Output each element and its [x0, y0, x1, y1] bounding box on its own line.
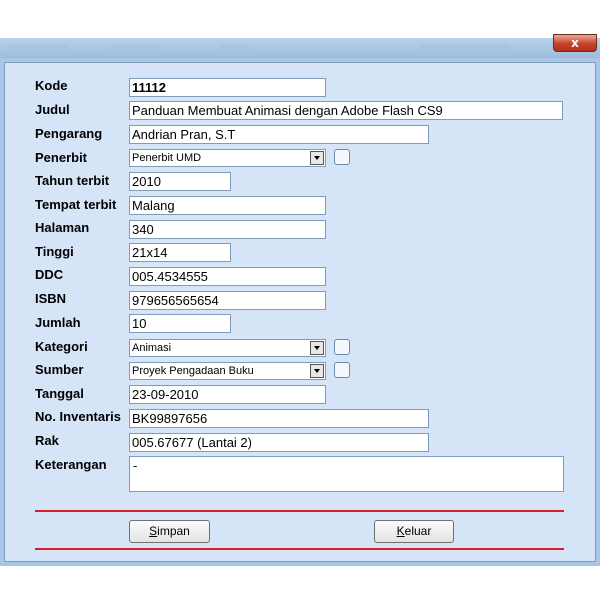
label-inventaris: No. Inventaris	[35, 409, 121, 424]
tempat-field[interactable]: Malang	[129, 196, 326, 215]
kategori-select-value: Animasi	[132, 342, 172, 354]
kode-field[interactable]: 11112	[129, 78, 326, 97]
sumber-select[interactable]: Proyek Pengadaan Buku	[129, 362, 326, 380]
jumlah-field[interactable]: 10	[129, 314, 231, 333]
keterangan-textarea[interactable]: -	[129, 456, 564, 492]
title-bar-blur	[110, 44, 160, 51]
halaman-field[interactable]: 340	[129, 220, 326, 239]
ddc-field[interactable]: 005.4534555	[129, 267, 326, 286]
label-tahun: Tahun terbit	[35, 173, 110, 188]
chevron-down-icon[interactable]	[310, 151, 324, 165]
tahun-field[interactable]: 2010	[129, 172, 231, 191]
outside-area	[0, 566, 600, 600]
label-halaman: Halaman	[35, 220, 90, 235]
label-kategori: Kategori	[35, 339, 88, 354]
label-tanggal: Tanggal	[35, 386, 84, 401]
kategori-extra-button[interactable]	[334, 339, 350, 355]
label-kode: Kode	[35, 78, 68, 93]
sumber-extra-button[interactable]	[334, 362, 350, 378]
chevron-down-icon[interactable]	[310, 341, 324, 355]
title-bar-blur	[220, 44, 250, 51]
rak-field[interactable]: 005.67677 (Lantai 2)	[129, 433, 429, 452]
title-bar	[0, 38, 600, 58]
label-penerbit: Penerbit	[35, 150, 88, 165]
separator-top	[35, 510, 564, 512]
label-tinggi: Tinggi	[35, 244, 74, 259]
label-jumlah: Jumlah	[35, 315, 81, 330]
kategori-select[interactable]: Animasi	[129, 339, 326, 357]
label-isbn: ISBN	[35, 291, 67, 306]
label-keterangan: Keterangan	[35, 457, 107, 472]
tanggal-field[interactable]: 23-09-2010	[129, 385, 326, 404]
sumber-select-value: Proyek Pengadaan Buku	[132, 365, 254, 377]
keluar-button[interactable]: Keluar	[374, 520, 454, 543]
label-judul: Judul	[35, 102, 70, 117]
tinggi-field[interactable]: 21x14	[129, 243, 231, 262]
close-icon: x	[571, 36, 579, 50]
penerbit-extra-button[interactable]	[334, 149, 350, 165]
label-tempat: Tempat terbit	[35, 197, 117, 212]
label-ddc: DDC	[35, 267, 64, 282]
keluar-label: eluar	[404, 524, 432, 538]
penerbit-select-value: Penerbit UMD	[132, 152, 202, 164]
title-bar-blur	[420, 44, 510, 51]
label-sumber: Sumber	[35, 362, 84, 377]
chevron-down-icon[interactable]	[310, 364, 324, 378]
label-rak: Rak	[35, 433, 59, 448]
pengarang-field[interactable]: Andrian Pran, S.T	[129, 125, 429, 144]
simpan-label: impan	[157, 524, 190, 538]
judul-field[interactable]: Panduan Membuat Animasi dengan Adobe Fla…	[129, 101, 563, 120]
close-button[interactable]: x	[553, 34, 597, 52]
keluar-hotkey: K	[396, 524, 405, 538]
simpan-hotkey: S	[149, 524, 158, 538]
inventaris-field[interactable]: BK99897656	[129, 409, 429, 428]
isbn-field[interactable]: 979656565654	[129, 291, 326, 310]
penerbit-select[interactable]: Penerbit UMD	[129, 149, 326, 167]
title-bar-blur	[8, 44, 68, 51]
separator-bottom	[35, 548, 564, 550]
simpan-button[interactable]: Simpan	[129, 520, 210, 543]
label-pengarang: Pengarang	[35, 126, 103, 141]
